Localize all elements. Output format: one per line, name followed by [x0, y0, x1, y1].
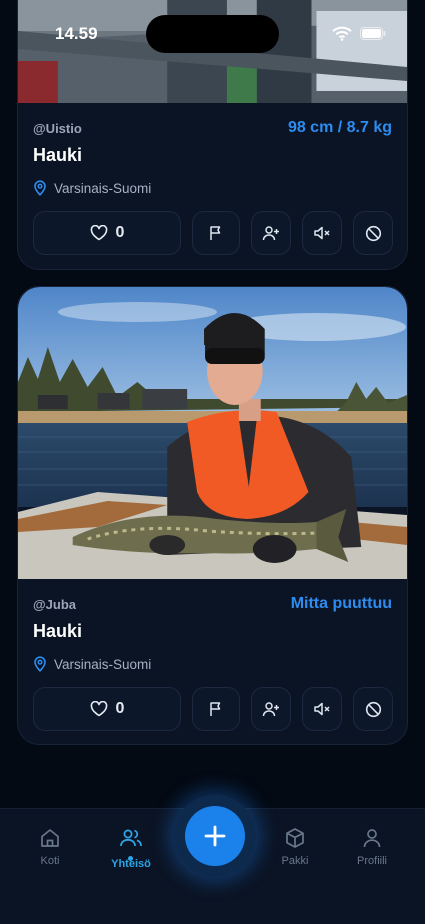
post-username[interactable]: @Juba: [33, 597, 76, 612]
location-label: Varsinais-Suomi: [54, 656, 152, 672]
nav-pack[interactable]: Pakki: [259, 827, 331, 867]
catch-species: Hauki: [33, 145, 83, 165]
map-pin-icon: [33, 656, 47, 672]
map-pin-icon: [33, 180, 47, 196]
block-button[interactable]: [353, 211, 393, 255]
nav-label: Profiili: [357, 855, 387, 867]
catch-measurement: 98 cm / 8.7 kg: [287, 119, 392, 136]
status-time: 14.59: [55, 24, 98, 43]
block-icon: [365, 701, 382, 718]
dynamic-island: [146, 15, 279, 53]
flag-icon: [208, 225, 224, 241]
post-actions: 0: [33, 687, 393, 731]
post-actions: 0: [33, 211, 393, 255]
heart-icon: [90, 701, 108, 717]
block-button[interactable]: [353, 687, 393, 731]
user-icon: [361, 827, 383, 849]
catch-species: Hauki: [33, 621, 83, 641]
wifi-icon: [332, 26, 352, 46]
user-plus-icon: [262, 701, 280, 717]
catch-location: Varsinais-Suomi: [33, 180, 151, 196]
location-label: Varsinais-Suomi: [54, 180, 152, 196]
nav-community[interactable]: Yhteisö: [95, 827, 167, 870]
flag-icon: [208, 701, 224, 717]
user-plus-icon: [262, 225, 280, 241]
home-icon: [39, 827, 61, 849]
like-count: 0: [115, 224, 125, 241]
follow-button[interactable]: [251, 687, 291, 731]
report-button[interactable]: [192, 211, 240, 255]
plus-icon: [204, 825, 226, 847]
mute-button[interactable]: [302, 211, 342, 255]
like-count: 0: [115, 700, 125, 717]
like-button[interactable]: 0: [33, 211, 181, 255]
post-username[interactable]: @Uistio: [33, 121, 82, 136]
follow-button[interactable]: [251, 211, 291, 255]
mute-button[interactable]: [302, 687, 342, 731]
volume-mute-icon: [313, 701, 331, 717]
block-icon: [365, 225, 382, 242]
catch-photo[interactable]: [18, 287, 407, 579]
report-button[interactable]: [192, 687, 240, 731]
screen: @Uistio 98 cm / 8.7 kg Hauki Varsinais-S…: [0, 0, 425, 924]
nav-profile[interactable]: Profiili: [336, 827, 408, 867]
add-catch-button[interactable]: [185, 806, 245, 866]
nav-label: Koti: [40, 855, 60, 867]
volume-mute-icon: [313, 225, 331, 241]
active-indicator: [128, 856, 133, 861]
catch-measurement: Mitta puuttuu: [290, 595, 392, 612]
catch-location: Varsinais-Suomi: [33, 656, 151, 672]
battery-icon: [360, 27, 386, 45]
users-icon: [119, 827, 143, 849]
nav-home[interactable]: Koti: [14, 827, 86, 867]
nav-label: Pakki: [281, 855, 309, 867]
box-icon: [284, 827, 306, 849]
post-card: @Juba Mitta puuttuu Hauki Varsinais-Suom…: [17, 286, 408, 745]
heart-icon: [90, 225, 108, 241]
like-button[interactable]: 0: [33, 687, 181, 731]
